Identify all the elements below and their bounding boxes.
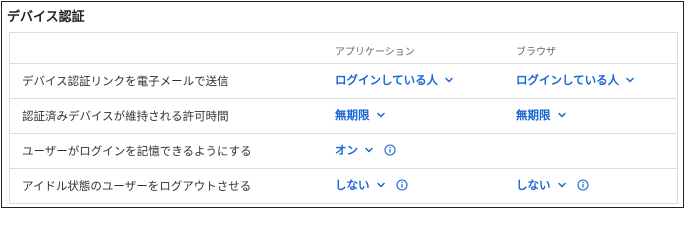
chevron-down-icon <box>365 147 373 153</box>
application-cell: オン <box>335 142 396 158</box>
section-title: デバイス認証 <box>7 10 85 25</box>
table-row: アイドル状態のユーザーをログアウトさせる しない しない <box>10 168 677 203</box>
browser-cell: しない <box>516 177 589 193</box>
application-cell: しない <box>335 177 408 193</box>
dropdown-value: オン <box>335 143 358 157</box>
column-header-browser: ブラウザ <box>516 47 556 58</box>
chevron-down-icon <box>626 77 634 83</box>
settings-table: アプリケーション ブラウザ デバイス認証リンクを電子メールで送信 ログインしてい… <box>9 32 678 204</box>
row-label-email-link: デバイス認証リンクを電子メールで送信 <box>22 74 229 88</box>
chevron-down-icon <box>376 112 385 118</box>
application-cell: ログインしている人 <box>335 72 455 88</box>
row-label-remember-login: ユーザーがログインを記憶できるようにする <box>22 144 252 158</box>
dropdown-value: ログインしている人 <box>335 73 439 87</box>
dropdown-value: ログインしている人 <box>516 73 620 87</box>
info-icon[interactable] <box>395 179 408 191</box>
email-link-application-dropdown[interactable]: ログインしている人 <box>335 72 455 88</box>
duration-application-dropdown[interactable]: 無期限 <box>335 107 387 123</box>
duration-browser-dropdown[interactable]: 無期限 <box>516 107 568 123</box>
table-row: デバイス認証リンクを電子メールで送信 ログインしている人 ログインしている人 <box>10 63 677 98</box>
email-link-browser-dropdown[interactable]: ログインしている人 <box>516 72 636 88</box>
chevron-down-icon <box>445 77 453 83</box>
table-header: アプリケーション ブラウザ <box>10 33 677 63</box>
chevron-down-icon <box>376 182 385 188</box>
dropdown-value: 無期限 <box>516 108 551 122</box>
chevron-down-icon <box>557 182 566 188</box>
table-row: 認証済みデバイスが維持される許可時間 無期限 無期限 <box>10 98 677 133</box>
column-header-application: アプリケーション <box>335 47 415 58</box>
dropdown-value: 無期限 <box>335 108 370 122</box>
device-auth-panel: デバイス認証 アプリケーション ブラウザ デバイス認証リンクを電子メールで送信 … <box>1 1 684 208</box>
chevron-down-icon <box>557 112 566 118</box>
idle-logout-application-dropdown[interactable]: しない <box>335 177 387 193</box>
idle-logout-browser-dropdown[interactable]: しない <box>516 177 568 193</box>
browser-cell: ログインしている人 <box>516 72 636 88</box>
remember-login-dropdown[interactable]: オン <box>335 142 375 158</box>
row-label-allowed-duration: 認証済みデバイスが維持される許可時間 <box>22 109 229 123</box>
dropdown-value: しない <box>516 178 551 192</box>
dropdown-value: しない <box>335 178 370 192</box>
info-icon[interactable] <box>576 179 589 191</box>
row-label-idle-logout: アイドル状態のユーザーをログアウトさせる <box>22 179 252 193</box>
browser-cell: 無期限 <box>516 107 568 123</box>
info-icon[interactable] <box>384 144 396 156</box>
table-row: ユーザーがログインを記憶できるようにする オン <box>10 133 677 168</box>
application-cell: 無期限 <box>335 107 387 123</box>
